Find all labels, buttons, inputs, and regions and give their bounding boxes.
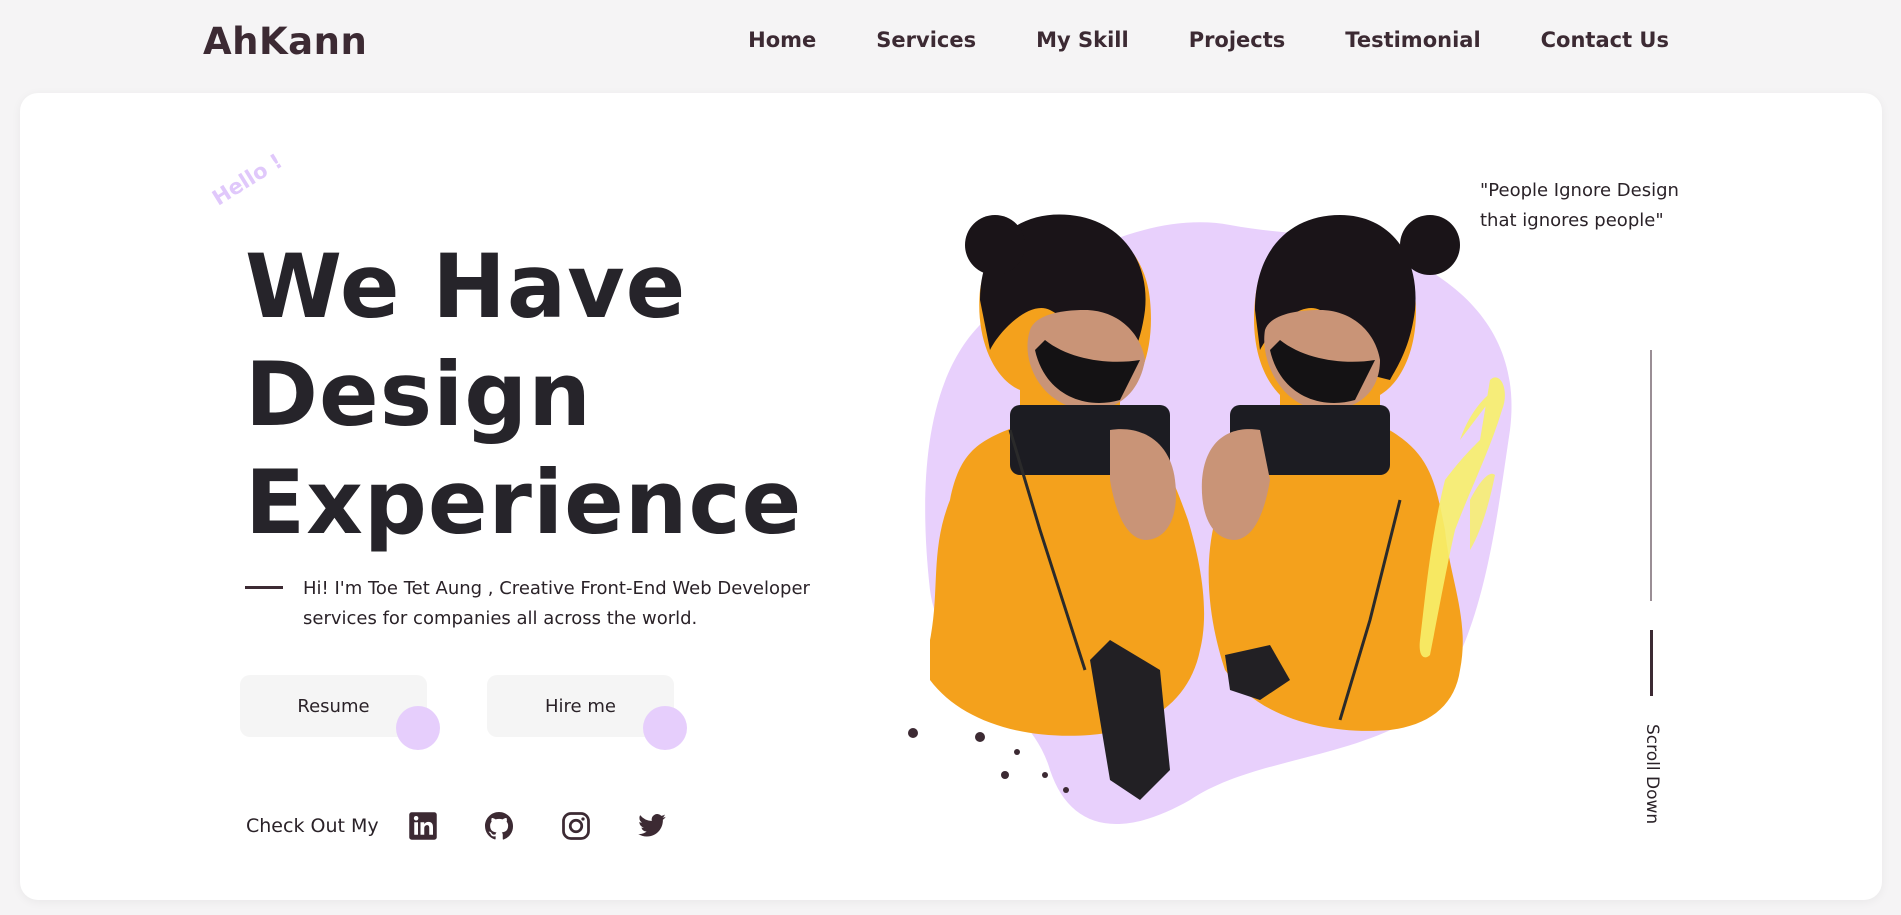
hero-title-line-1: We Have: [245, 235, 687, 338]
nav-contact-us[interactable]: Contact Us: [1541, 28, 1669, 52]
nav-home[interactable]: Home: [748, 28, 816, 52]
nav-links: Home Services My Skill Projects Testimon…: [748, 28, 1669, 52]
github-icon[interactable]: [484, 811, 514, 841]
intro-dash: [245, 586, 283, 589]
nav-my-skill[interactable]: My Skill: [1036, 28, 1129, 52]
nav-services[interactable]: Services: [876, 28, 976, 52]
hero-title-line-3: Experience: [245, 451, 803, 554]
hero-title: We Have Design Experience: [245, 233, 802, 557]
hire-me-button-dot: [643, 706, 687, 750]
linkedin-icon[interactable]: [408, 811, 438, 841]
social-label: Check Out My: [246, 815, 379, 837]
intro-text: Hi! I'm Toe Tet Aung , Creative Front-En…: [303, 578, 810, 629]
resume-button-dot: [396, 706, 440, 750]
scroll-indicator: [1650, 630, 1653, 696]
instagram-icon[interactable]: [561, 811, 591, 841]
scroll-down-link[interactable]: Scroll Down: [1642, 724, 1662, 824]
twitter-icon[interactable]: [637, 811, 667, 841]
nav-testimonial[interactable]: Testimonial: [1345, 28, 1480, 52]
nav-projects[interactable]: Projects: [1189, 28, 1286, 52]
scroll-track: [1650, 350, 1652, 601]
hero-title-line-2: Design: [245, 343, 592, 446]
hero-illustration: [908, 214, 1512, 824]
top-navbar: AhKann Home Services My Skill Projects T…: [0, 0, 1901, 90]
site-logo[interactable]: AhKann: [203, 20, 367, 63]
